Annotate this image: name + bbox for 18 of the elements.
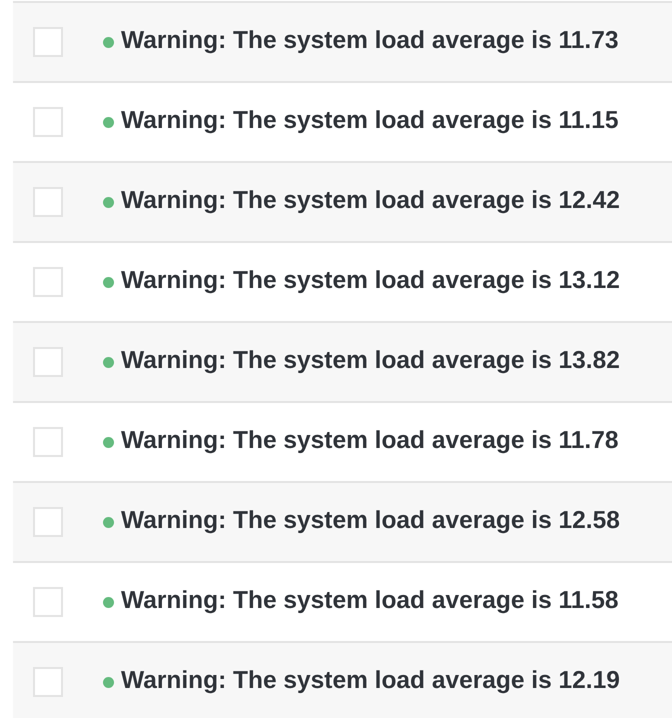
checkbox[interactable] [33,267,63,297]
alert-message: Warning: The system load average is 13.82 [121,348,620,376]
checkbox[interactable] [33,667,63,697]
checkbox[interactable] [33,27,63,57]
alert-message: Warning: The system load average is 11.15 [121,108,618,136]
alert-message: Warning: The system load average is 12.58 [121,508,620,536]
alert-message: Warning: The system load average is 11.58 [121,588,618,616]
checkbox[interactable] [33,107,63,137]
checkbox[interactable] [33,427,63,457]
checkbox[interactable] [33,187,63,217]
alert-message: Warning: The system load average is 13.12 [121,268,620,296]
alert-message: Warning: The system load average is 12.19 [121,668,620,696]
alert-message: Warning: The system load average is 11.73 [121,28,618,56]
checkbox[interactable] [33,587,63,617]
checkbox[interactable] [33,507,63,537]
alert-message: Warning: The system load average is 12.42 [121,188,620,216]
alert-message: Warning: The system load average is 11.78 [121,428,618,456]
checkbox[interactable] [33,347,63,377]
